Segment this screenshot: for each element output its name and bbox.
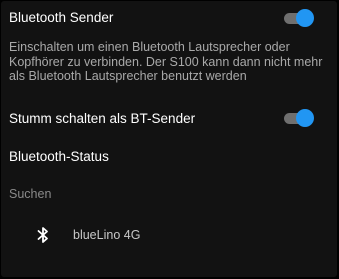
bluetooth-sender-description: Einschalten um einen Bluetooth Lautsprec…	[9, 40, 323, 83]
mute-as-sender-toggle-thumb	[296, 109, 314, 127]
device-item[interactable]: blueLino 4G	[37, 225, 140, 245]
bluetooth-status-state: Suchen	[9, 187, 52, 201]
bluetooth-status-title: Bluetooth-Status	[9, 149, 109, 164]
bluetooth-icon	[37, 227, 48, 243]
bluetooth-settings-screen: Bluetooth Sender Einschalten um einen Bl…	[1, 1, 337, 277]
device-name: blueLino 4G	[73, 228, 141, 242]
mute-as-sender-toggle[interactable]	[284, 109, 314, 127]
mute-as-sender-title: Stumm schalten als BT-Sender	[9, 111, 196, 126]
bluetooth-sender-toggle-thumb	[296, 9, 314, 27]
bluetooth-sender-title: Bluetooth Sender	[9, 10, 114, 25]
bluetooth-sender-toggle[interactable]	[284, 9, 314, 27]
